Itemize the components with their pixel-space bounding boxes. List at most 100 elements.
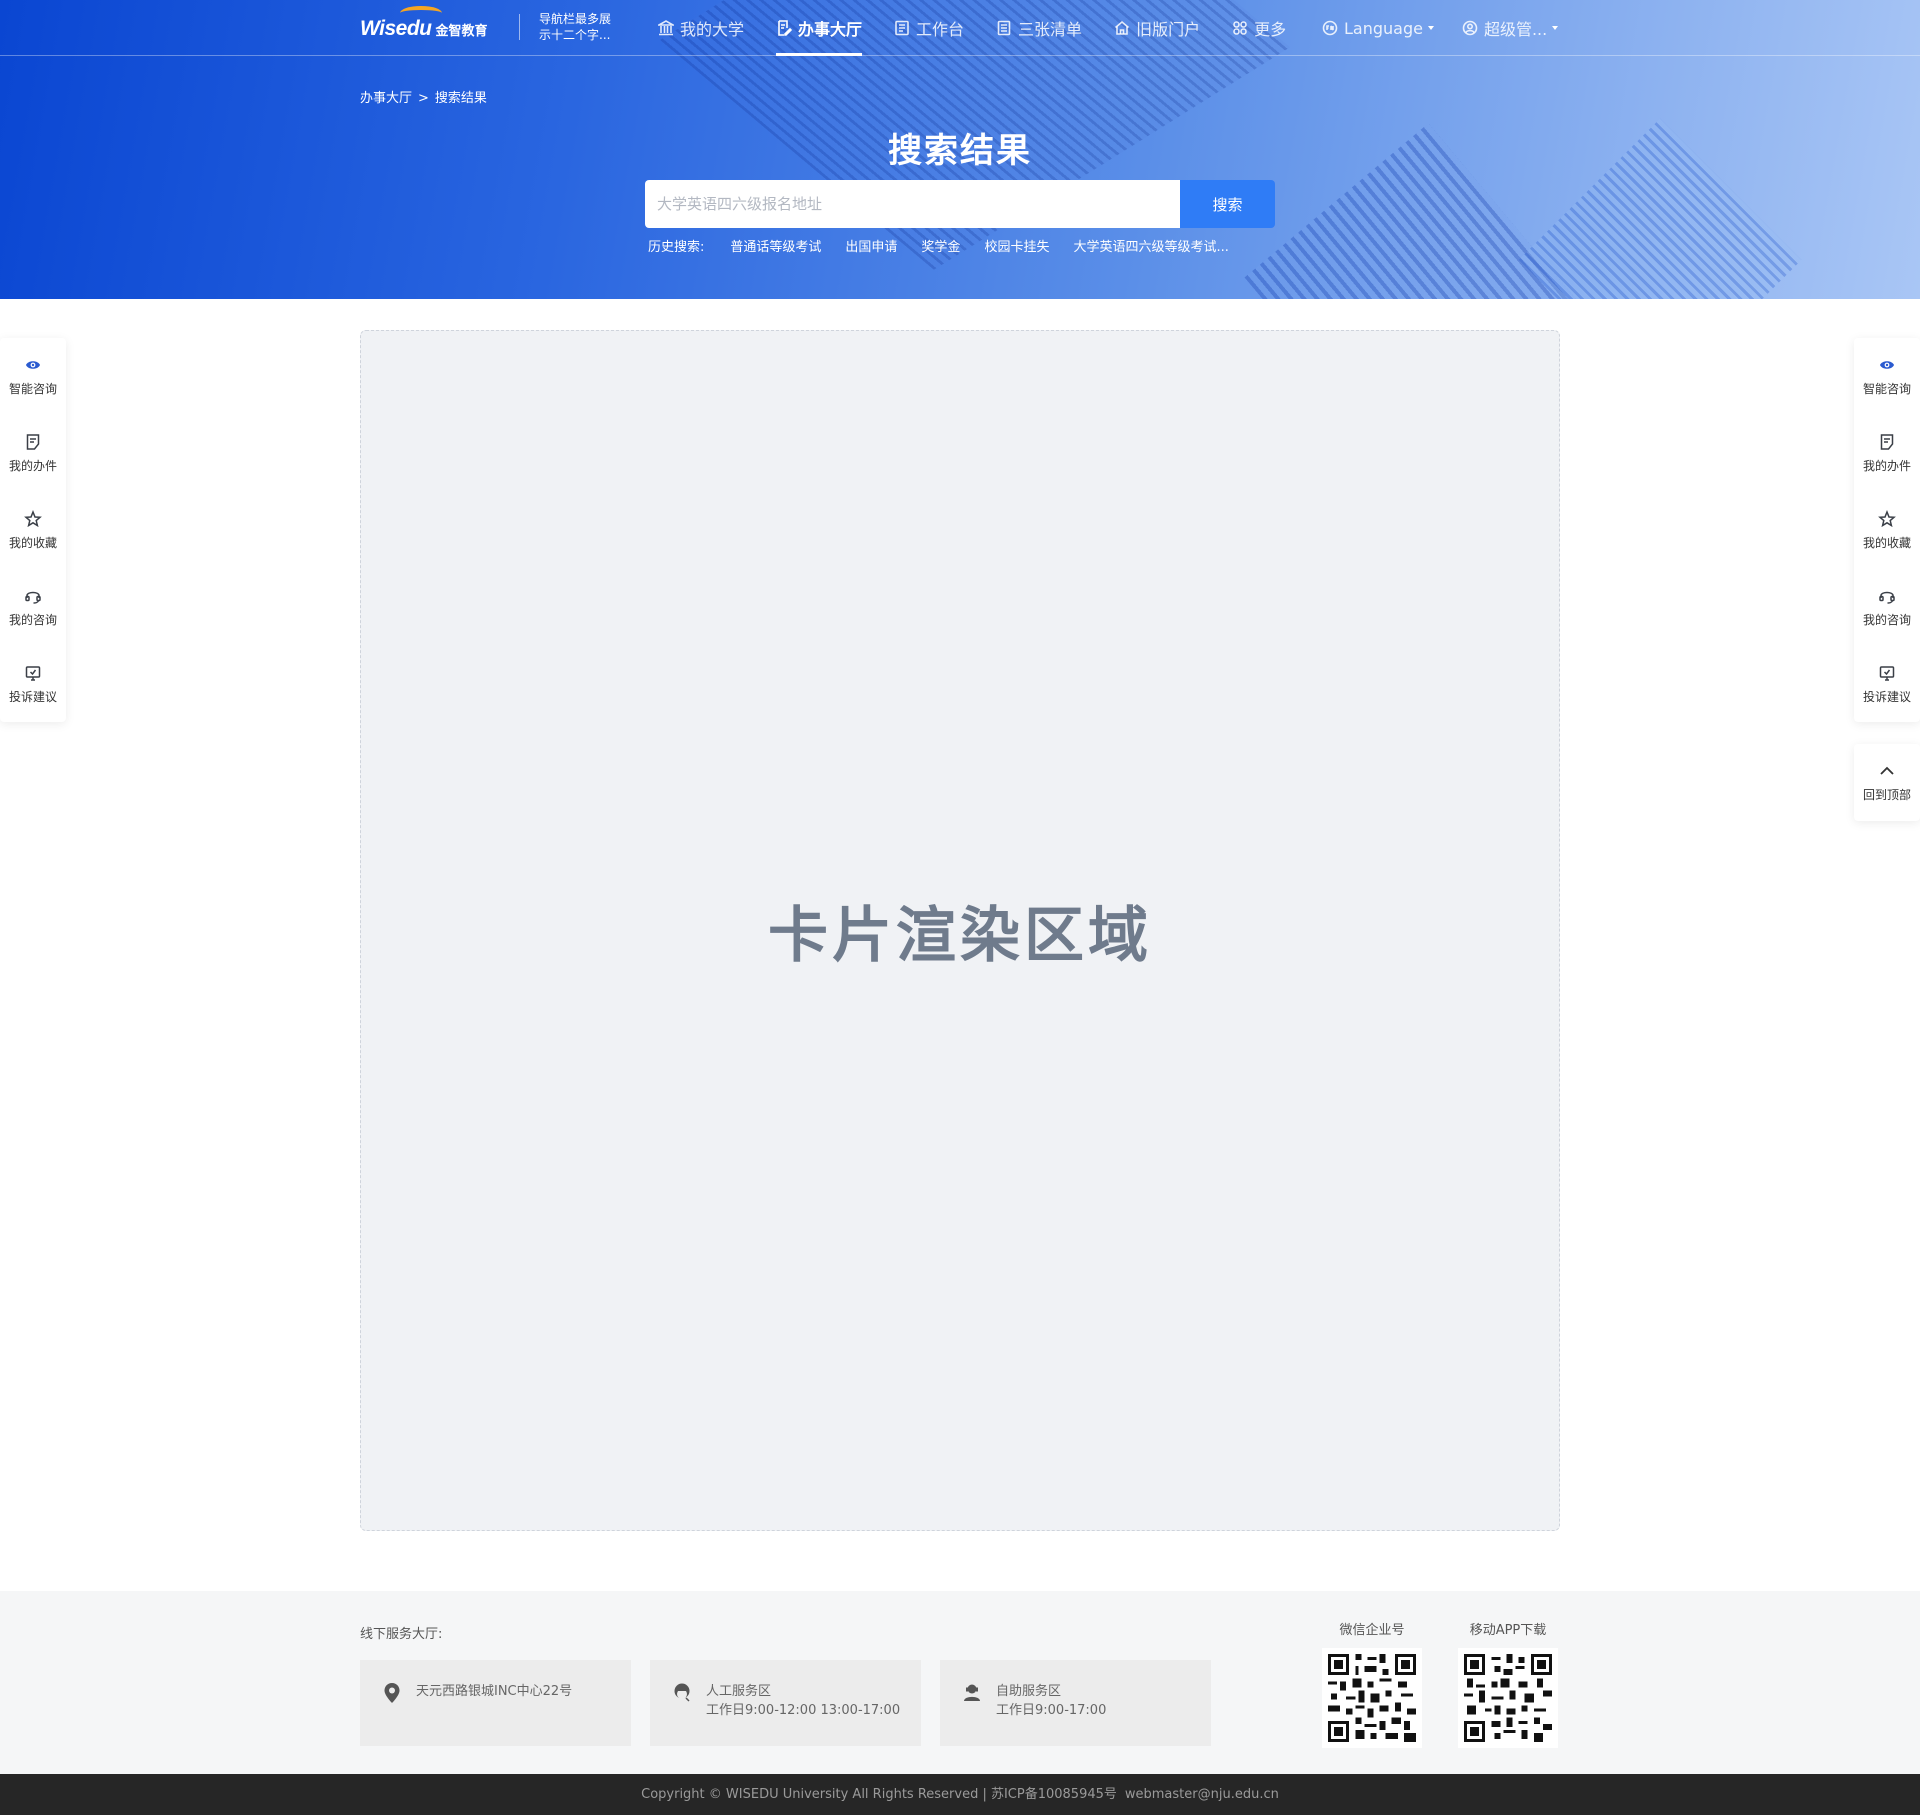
qr-label: 微信企业号 — [1339, 1623, 1405, 1638]
search-button[interactable]: 搜索 — [1180, 180, 1275, 228]
sidebar-item-my-consults[interactable]: 我的咨询 — [0, 569, 66, 646]
history-item[interactable]: 大学英语四六级等级考试... — [1073, 236, 1228, 255]
logo-wordmark: Wisedu — [360, 17, 432, 40]
nav-item-old-portal[interactable]: 旧版门户 — [1114, 0, 1200, 56]
nav-item-label: 三张清单 — [1018, 20, 1083, 39]
logo-cn-text: 金智教育 — [435, 23, 488, 39]
smart-consult-icon — [26, 361, 40, 369]
footer-title: 线下服务大厅: — [360, 1627, 443, 1642]
nav-item-three-lists[interactable]: 三张清单 — [996, 0, 1082, 56]
nav-note: 导航栏最多展 示十二个字... — [539, 11, 629, 43]
nav-item-label: 更多 — [1254, 20, 1287, 39]
smart-consult-icon — [1880, 361, 1894, 369]
sidebar-item-label: 智能咨询 — [8, 382, 57, 396]
home-icon — [1115, 20, 1130, 35]
sidebar-item-label: 我的办件 — [8, 459, 57, 473]
side-toolbar-left: 智能咨询 我的办件 我的收藏 我的咨询 投诉建议 — [0, 338, 66, 722]
back-to-top-button[interactable]: 回到顶部 — [1854, 744, 1920, 821]
language-label: Language — [1344, 18, 1423, 38]
divider — [519, 14, 520, 40]
nav-item-workbench[interactable]: 工作台 — [894, 0, 964, 56]
headset-icon — [25, 591, 41, 604]
nav-note-line: 示十二个字... — [539, 28, 611, 42]
star-icon — [1878, 510, 1896, 528]
nav-item-my-university[interactable]: 我的大学 — [658, 0, 744, 56]
bank-icon — [658, 20, 674, 36]
list-icon — [997, 20, 1011, 36]
copyright-bar: Copyright © WISEDU University All Rights… — [0, 1774, 1920, 1815]
service-name: 自助服务区 — [996, 1684, 1062, 1699]
sidebar-item-label: 我的收藏 — [8, 536, 57, 550]
sidebar-item-my-tasks[interactable]: 我的办件 — [1854, 415, 1920, 492]
nav-item-label: 旧版门户 — [1136, 20, 1201, 39]
card-area-placeholder: 卡片渲染区域 — [768, 901, 1152, 971]
sidebar-item-label: 智能咨询 — [1862, 382, 1911, 396]
star-icon — [24, 510, 42, 528]
page-title: 搜索结果 — [888, 131, 1032, 171]
document-icon — [26, 434, 40, 450]
location-icon — [382, 1682, 402, 1704]
wisedu-logo[interactable]: Wisedu 金智教育 — [360, 6, 488, 46]
staff-icon — [672, 1682, 692, 1704]
qr-app-download: 移动APP下载 — [1458, 1619, 1558, 1748]
user-name: 超级管... — [1483, 20, 1548, 39]
service-staff-area: 人工服务区 工作日9:00-12:00 13:00-17:00 — [650, 1660, 921, 1746]
feedback-icon — [25, 666, 41, 681]
breadcrumb: 办事大厅 > 搜索结果 — [360, 87, 487, 106]
search-input[interactable] — [645, 180, 1180, 228]
history-item[interactable]: 奖学金 — [921, 236, 960, 255]
nav-item-more[interactable]: 更多 — [1232, 0, 1286, 56]
sidebar-item-my-tasks[interactable]: 我的办件 — [0, 415, 66, 492]
back-to-top-label: 回到顶部 — [1862, 788, 1911, 802]
language-dropdown[interactable]: Language — [1322, 0, 1434, 56]
nav-item-label: 工作台 — [916, 20, 965, 39]
copyright-text: Copyright © WISEDU University All Rights… — [641, 1787, 1117, 1802]
nav-item-label: 办事大厅 — [798, 20, 863, 39]
qr-code-image — [1458, 1648, 1558, 1748]
chevron-down-icon — [1552, 26, 1559, 30]
headset-icon — [1879, 591, 1895, 604]
history-item[interactable]: 校园卡挂失 — [984, 236, 1049, 255]
footer: 线下服务大厅: 天元西路银城INC中心22号 人工服务区 工作日9:00-12:… — [0, 1591, 1920, 1774]
sidebar-item-label: 投诉建议 — [1862, 690, 1911, 704]
document-edit-icon — [778, 20, 793, 36]
feedback-icon — [1879, 666, 1895, 681]
globe-icon — [1322, 20, 1338, 36]
top-navigation: Wisedu 金智教育 导航栏最多展 示十二个字... 我的大学 办事大厅 工作… — [0, 0, 1920, 56]
sidebar-item-complaints[interactable]: 投诉建议 — [1854, 646, 1920, 723]
sidebar-item-smart-consult[interactable]: 智能咨询 — [1854, 338, 1920, 415]
history-item[interactable]: 出国申请 — [845, 236, 897, 255]
sidebar-item-label: 我的办件 — [1862, 459, 1911, 473]
service-address: 天元西路银城INC中心22号 — [416, 1684, 573, 1699]
nav-menu: 我的大学 办事大厅 工作台 三张清单 旧版门户 更多 — [658, 0, 1318, 56]
search-box: 搜索 — [645, 180, 1275, 228]
sidebar-item-complaints[interactable]: 投诉建议 — [0, 646, 66, 723]
service-location: 天元西路银城INC中心22号 — [360, 1660, 631, 1746]
nav-item-label: 我的大学 — [680, 20, 745, 39]
sidebar-item-my-consults[interactable]: 我的咨询 — [1854, 569, 1920, 646]
sidebar-item-my-favorites[interactable]: 我的收藏 — [1854, 492, 1920, 569]
user-menu[interactable]: 超级管... — [1462, 0, 1559, 56]
grid-dots-icon — [1233, 21, 1247, 35]
webmaster-email[interactable]: webmaster@nju.edu.cn — [1125, 1787, 1279, 1802]
service-name: 人工服务区 — [706, 1684, 772, 1699]
sidebar-item-smart-consult[interactable]: 智能咨询 — [0, 338, 66, 415]
workbench-icon — [895, 20, 909, 36]
side-toolbar-right: 智能咨询 我的办件 我的收藏 我的咨询 投诉建议 — [1854, 338, 1920, 722]
nav-item-service-hall[interactable]: 办事大厅 — [776, 0, 863, 56]
breadcrumb-separator: > — [418, 91, 429, 106]
sidebar-item-label: 我的咨询 — [1862, 613, 1911, 627]
breadcrumb-current: 搜索结果 — [434, 91, 487, 106]
service-hours: 工作日9:00-17:00 — [996, 1703, 1107, 1718]
nav-note-line: 导航栏最多展 — [539, 12, 612, 26]
logo-swoosh-icon — [400, 6, 442, 20]
user-icon — [1462, 20, 1478, 36]
document-icon — [1880, 434, 1894, 450]
history-item[interactable]: 普通话等级考试 — [730, 236, 821, 255]
qr-label: 移动APP下载 — [1469, 1623, 1547, 1638]
breadcrumb-root[interactable]: 办事大厅 — [360, 91, 412, 106]
sidebar-item-my-favorites[interactable]: 我的收藏 — [0, 492, 66, 569]
history-label: 历史搜索: — [648, 240, 705, 255]
sidebar-item-label: 投诉建议 — [8, 690, 57, 704]
sidebar-item-label: 我的收藏 — [1862, 536, 1911, 550]
